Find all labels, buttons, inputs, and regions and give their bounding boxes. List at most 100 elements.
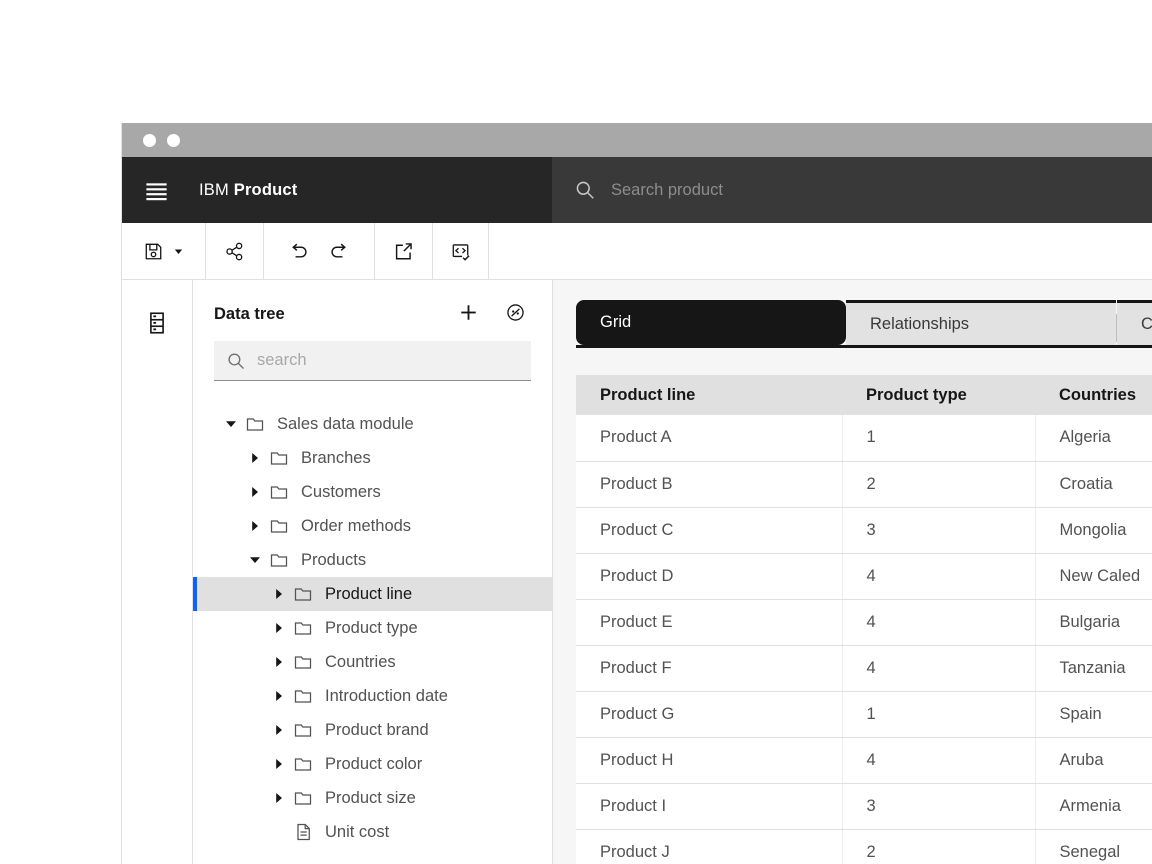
chevron-down-icon[interactable] (223, 416, 239, 432)
tree-item-label: Customers (301, 483, 381, 502)
tree-item-product-line[interactable]: Product line (193, 577, 552, 611)
chevron-right-icon[interactable] (271, 790, 287, 806)
caret-down-icon (164, 245, 185, 258)
tab-bar: GridRelationships Cu (576, 303, 1152, 348)
chevron-right-icon[interactable] (247, 484, 263, 500)
tree-item-sales-data-module[interactable]: Sales data module (193, 407, 552, 441)
data-grid: Product lineProduct typeCountries Produc… (576, 375, 1152, 864)
app-title: IBM Product (199, 181, 297, 200)
tree-item-introduction-date[interactable]: Introduction date (193, 679, 552, 713)
tree-item-branches[interactable]: Branches (193, 441, 552, 475)
table-cell: Bulgaria (1035, 599, 1152, 645)
toolbar-group (264, 223, 375, 279)
tree-item-label: Sales data module (277, 415, 414, 434)
toolbar-group (433, 223, 489, 279)
table-row[interactable]: Product C3Mongolia (576, 507, 1152, 553)
table-cell: 2 (842, 829, 1035, 864)
table-row[interactable]: Product H4Aruba (576, 737, 1152, 783)
table-row[interactable]: Product E4Bulgaria (576, 599, 1152, 645)
table-cell: Product G (576, 691, 842, 737)
tree-item-label: Products (301, 551, 366, 570)
data-catalog-button[interactable] (144, 310, 170, 339)
undo-button[interactable] (278, 223, 319, 279)
table-row[interactable]: Product A1Algeria (576, 415, 1152, 461)
column-header[interactable]: Product line (576, 375, 842, 415)
tree-item-countries[interactable]: Countries (193, 645, 552, 679)
app-header: IBM Product (122, 157, 1152, 223)
tab-cu[interactable]: Cu (1117, 300, 1152, 345)
chevron-right-icon[interactable] (247, 518, 263, 534)
save-button[interactable] (133, 223, 195, 279)
table-cell: Mongolia (1035, 507, 1152, 553)
redo-button[interactable] (319, 223, 360, 279)
search-icon (226, 351, 246, 371)
window-dot[interactable] (143, 134, 156, 147)
table-cell: Product A (576, 415, 842, 461)
share-icon (224, 241, 245, 262)
tree-item-product-brand[interactable]: Product brand (193, 713, 552, 747)
toolbar-group (122, 223, 206, 279)
twisty-spacer (271, 824, 287, 840)
tree-search-field (214, 341, 531, 381)
table-row[interactable]: Product F4Tanzania (576, 645, 1152, 691)
folder-icon (269, 482, 289, 502)
table-row[interactable]: Product J2Senegal (576, 829, 1152, 864)
explore-icon (505, 302, 526, 323)
chevron-down-icon[interactable] (247, 552, 263, 568)
window-dot[interactable] (167, 134, 180, 147)
table-cell: Product E (576, 599, 842, 645)
table-cell: 4 (842, 553, 1035, 599)
tree-item-label: Order methods (301, 517, 411, 536)
tree-item-unit-cost[interactable]: Unit cost (193, 815, 552, 849)
tree-item-label: Branches (301, 449, 371, 468)
table-cell: 3 (842, 507, 1035, 553)
launch-button[interactable] (383, 223, 424, 279)
code-check-icon (450, 241, 471, 262)
table-cell: Product C (576, 507, 842, 553)
data-table-icon (144, 310, 170, 336)
undo-icon (288, 241, 309, 262)
product-search-input[interactable] (611, 181, 1031, 200)
chevron-right-icon[interactable] (271, 688, 287, 704)
code-validate-button[interactable] (440, 223, 481, 279)
chevron-right-icon[interactable] (271, 722, 287, 738)
table-row[interactable]: Product B2Croatia (576, 461, 1152, 507)
explore-button[interactable] (505, 302, 526, 326)
table-cell: Croatia (1035, 461, 1152, 507)
table-row[interactable]: Product G1Spain (576, 691, 1152, 737)
table-row[interactable]: Product I3Armenia (576, 783, 1152, 829)
tree-item-product-color[interactable]: Product color (193, 747, 552, 781)
tree-item-product-size[interactable]: Product size (193, 781, 552, 815)
tree-item-order-methods[interactable]: Order methods (193, 509, 552, 543)
chevron-right-icon[interactable] (271, 756, 287, 772)
tree-item-product-type[interactable]: Product type (193, 611, 552, 645)
workspace: Data tree Sales data moduleBranchesCusto… (122, 280, 1152, 864)
hamburger-icon (143, 177, 170, 204)
table-cell: 1 (842, 415, 1035, 461)
table-row[interactable]: Product D4New Caled (576, 553, 1152, 599)
launch-icon (393, 241, 414, 262)
tree-item-customers[interactable]: Customers (193, 475, 552, 509)
folder-icon (269, 516, 289, 536)
folder-icon (269, 448, 289, 468)
tab-grid[interactable]: Grid (576, 300, 846, 345)
column-header[interactable]: Countries (1035, 375, 1152, 415)
tab-relationships[interactable]: Relationships (846, 300, 1116, 345)
chevron-right-icon[interactable] (271, 586, 287, 602)
add-button[interactable] (458, 302, 479, 326)
column-header[interactable]: Product type (842, 375, 1035, 415)
brand-prefix: IBM (199, 181, 229, 199)
menu-button[interactable] (122, 157, 179, 223)
data-tree-panel: Data tree Sales data moduleBranchesCusto… (193, 280, 553, 864)
tab-label: Cu (1141, 315, 1152, 334)
share-button[interactable] (214, 223, 255, 279)
chevron-right-icon[interactable] (271, 620, 287, 636)
tree-item-products[interactable]: Products (193, 543, 552, 577)
window-titlebar[interactable] (122, 123, 1152, 157)
tree-search-input[interactable] (257, 351, 497, 370)
table-cell: 2 (842, 461, 1035, 507)
chevron-right-icon[interactable] (247, 450, 263, 466)
table-cell: 3 (842, 783, 1035, 829)
chevron-right-icon[interactable] (271, 654, 287, 670)
table-cell: Product J (576, 829, 842, 864)
